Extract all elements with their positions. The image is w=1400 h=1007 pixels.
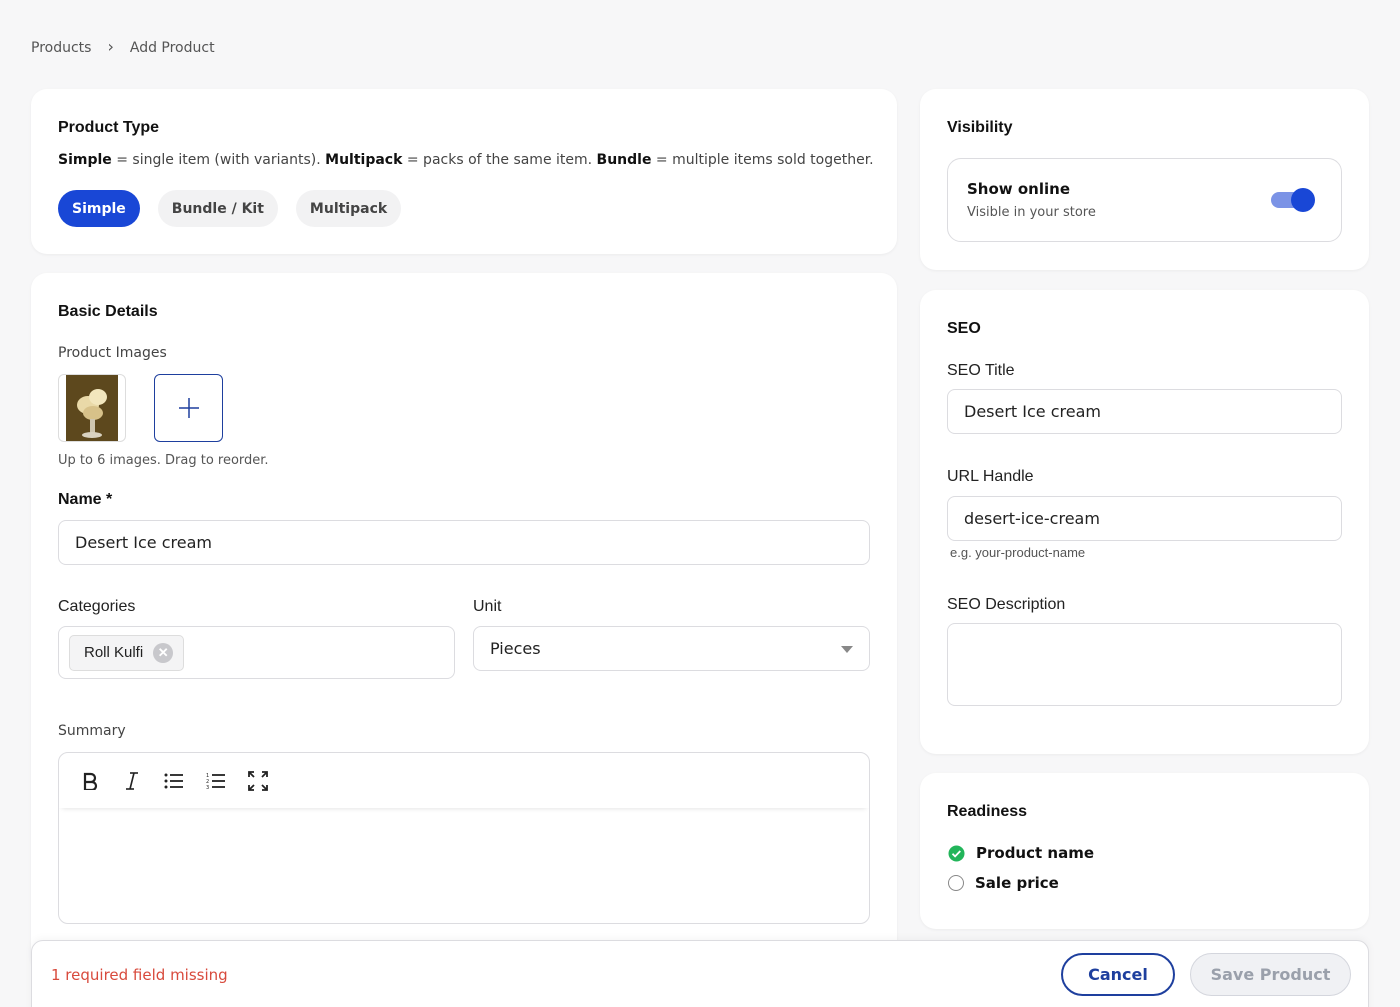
type-option-multipack[interactable]: Multipack [295,190,402,227]
readiness-item-label: Product name [976,844,1095,862]
summary-label: Summary [58,723,126,739]
seo-description-input[interactable] [947,623,1342,706]
name-input[interactable]: Desert Ice cream [58,520,870,565]
save-product-button[interactable]: Save Product [1190,953,1351,996]
plus-icon [178,398,199,418]
categories-label: Categories [58,598,136,615]
category-chip-label: Roll Kulfi [84,644,144,661]
svg-text:3: 3 [206,785,209,790]
seo-card: SEO SEO Title Desert Ice cream URL Handl… [920,290,1369,754]
product-type-title: Product Type [58,119,160,136]
product-type-card: Product Type Simple = single item (with … [31,89,897,254]
remove-chip-icon[interactable]: ✕ [153,642,174,663]
bullet-list-icon[interactable] [161,768,187,794]
unit-select-value: Pieces [490,639,541,658]
unit-label: Unit [473,598,502,615]
readiness-title: Readiness [947,803,1028,820]
basic-details-title: Basic Details [58,303,158,320]
breadcrumb-current: Add Product [129,39,215,56]
bottom-action-bar: 1 required field missing Cancel Save Pro… [31,940,1369,1007]
chevron-down-icon [841,646,853,653]
product-type-options: Simple Bundle / Kit Multipack [58,190,402,227]
breadcrumb-products-link[interactable]: Products [31,40,91,56]
seo-title-value: Desert Ice cream [964,402,1101,421]
show-online-subtitle: Visible in your store [967,205,1096,220]
type-option-bundle[interactable]: Bundle / Kit [157,190,278,227]
summary-editor: 123 [58,752,870,924]
chevron-right-icon: › [107,37,114,56]
product-images-label: Product Images [58,345,167,361]
editor-toolbar: 123 [59,753,869,808]
add-image-button[interactable] [154,374,223,442]
type-option-simple[interactable]: Simple [58,190,140,227]
readiness-card: Readiness Product name Sale price [920,773,1369,929]
product-image-thumbnail[interactable] [58,374,126,442]
check-circle-icon [948,845,965,861]
seo-title-heading: SEO [947,320,981,337]
product-type-description: Simple = single item (with variants). Mu… [58,152,874,168]
show-online-toggle[interactable] [1271,188,1315,212]
ice-cream-image [66,375,118,441]
empty-circle-icon [948,875,964,891]
readiness-item-label: Sale price [975,874,1059,892]
category-chip: Roll Kulfi ✕ [69,634,185,671]
fullscreen-icon[interactable] [245,768,271,794]
italic-icon[interactable] [119,768,145,794]
seo-description-label: SEO Description [947,596,1066,613]
unit-select[interactable]: Pieces [473,626,870,671]
breadcrumb: Products › Add Product [31,37,215,57]
categories-input[interactable]: Roll Kulfi ✕ [58,626,455,679]
cancel-button[interactable]: Cancel [1061,953,1175,996]
toggle-knob [1291,188,1315,212]
readiness-item-product-name: Product name [948,844,1094,862]
seo-title-label: SEO Title [947,362,1015,379]
url-handle-value: desert-ice-cream [964,509,1100,528]
show-online-option: Show online Visible in your store [947,158,1342,242]
name-label: Name * [58,491,113,508]
seo-title-input[interactable]: Desert Ice cream [947,389,1342,434]
name-input-value: Desert Ice cream [75,533,212,552]
numbered-list-icon[interactable]: 123 [203,768,229,794]
images-hint: Up to 6 images. Drag to reorder. [58,453,269,468]
show-online-title: Show online [967,180,1070,198]
readiness-item-sale-price: Sale price [948,874,1059,892]
visibility-card: Visibility Show online Visible in your s… [920,89,1369,270]
basic-details-card: Basic Details Product Images Up to 6 ima… [31,273,897,973]
url-handle-input[interactable]: desert-ice-cream [947,496,1342,541]
visibility-title: Visibility [947,119,1013,136]
url-handle-hint: e.g. your-product-name [950,545,1086,560]
url-handle-label: URL Handle [947,468,1034,485]
bold-icon[interactable] [77,768,103,794]
missing-fields-warning: 1 required field missing [51,966,228,984]
